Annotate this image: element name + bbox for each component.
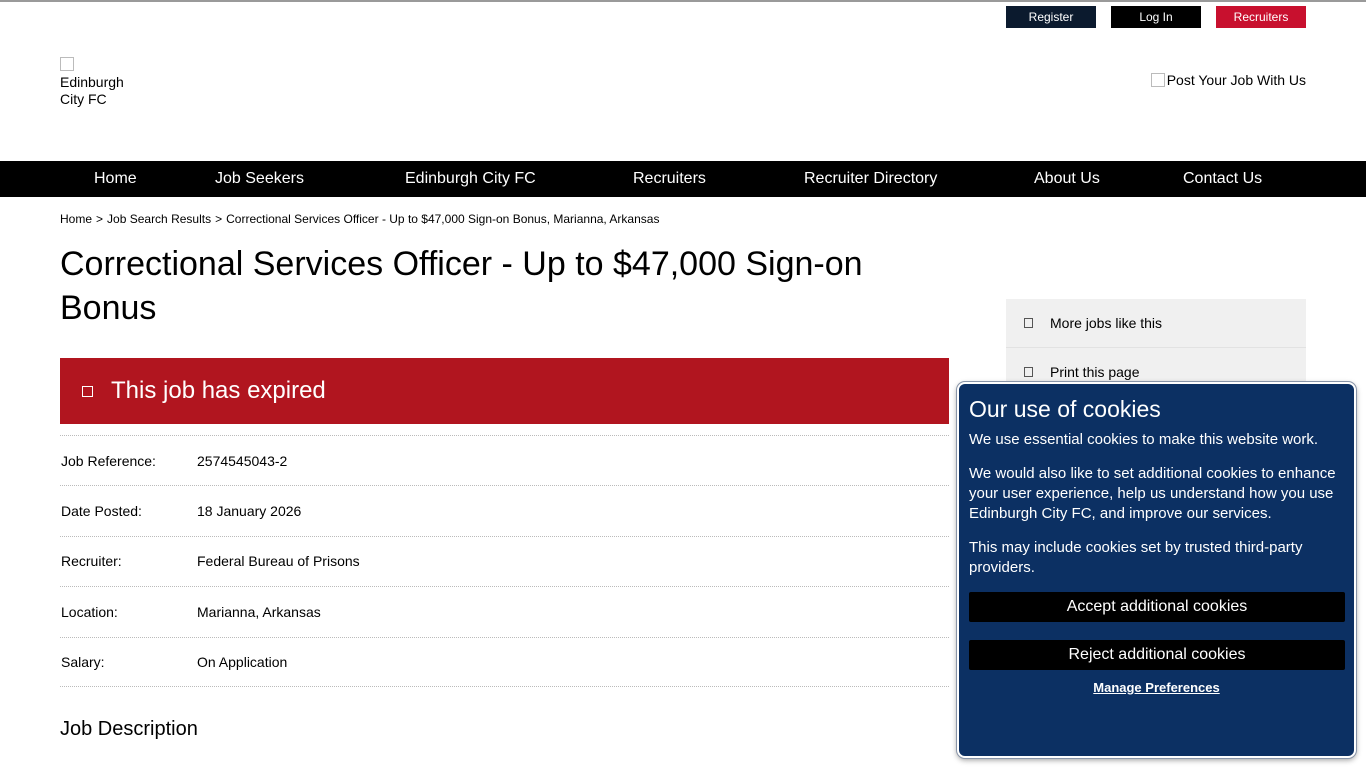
detail-label: Recruiter: — [61, 553, 122, 570]
detail-value: 18 January 2026 — [197, 503, 302, 520]
sidebar-item-label: Print this page — [1050, 364, 1140, 380]
broken-image-icon — [60, 57, 74, 71]
detail-label: Date Posted: — [61, 503, 142, 520]
breadcrumb: Home > Job Search Results > Correctional… — [60, 212, 659, 226]
detail-label: Job Reference: — [61, 452, 156, 469]
nav-item-recruiter-directory[interactable]: Recruiter Directory — [804, 161, 937, 197]
nav-item-about-us[interactable]: About Us — [1034, 161, 1100, 197]
more-jobs-like-this-link[interactable]: More jobs like this — [1006, 299, 1306, 348]
detail-value[interactable]: Federal Bureau of Prisons — [197, 553, 949, 569]
sidebar-item-label: More jobs like this — [1050, 315, 1163, 331]
top-border — [0, 0, 1366, 2]
detail-label: Location: — [61, 603, 118, 620]
detail-row-job-reference: Job Reference: 2574545043-2 — [60, 435, 949, 485]
nav-item-home[interactable]: Home — [94, 161, 137, 197]
detail-row-location: Location: Marianna, Arkansas — [60, 586, 949, 636]
detail-value: Marianna, Arkansas — [197, 603, 321, 620]
cookie-paragraph-essential: We use essential cookies to make this we… — [969, 431, 1319, 448]
cookie-paragraph-third-party: This may include cookies set by trusted … — [969, 539, 1303, 576]
search-icon — [1024, 318, 1033, 328]
cookie-paragraph-additional: We would also like to set additional coo… — [969, 465, 1336, 522]
manage-preferences-link[interactable]: Manage Preferences — [969, 680, 1344, 695]
expired-message: This job has expired — [111, 377, 326, 404]
cookie-title: Our use of cookies — [969, 396, 1161, 422]
recruiters-button[interactable]: Recruiters — [1216, 6, 1306, 28]
detail-row-recruiter: Recruiter: Federal Bureau of Prisons — [60, 535, 949, 586]
job-expired-banner: This job has expired — [60, 358, 949, 424]
main-navigation: Home Job Seekers Edinburgh City FC Recru… — [0, 161, 1366, 197]
post-job-alt-text: Post Your Job With Us — [1166, 72, 1306, 88]
detail-row-salary: Salary: On Application — [60, 636, 949, 687]
nav-item-recruiters[interactable]: Recruiters — [633, 161, 706, 197]
nav-item-contact-us[interactable]: Contact Us — [1183, 161, 1262, 197]
detail-value: On Application — [197, 653, 288, 670]
detail-row-date-posted: Date Posted: 18 January 2026 — [60, 485, 949, 535]
detail-value: 2574545043-2 — [197, 452, 288, 469]
cookie-consent-dialog: Our use of cookies We use essential cook… — [957, 382, 1356, 758]
job-details-table: Job Reference: 2574545043-2 Date Posted:… — [60, 435, 949, 687]
page-title: Correctional Services Officer - Up to $4… — [60, 245, 863, 327]
breadcrumb-current: Correctional Services Officer - Up to $4… — [226, 212, 660, 226]
site-logo[interactable]: Edinburgh City FC — [60, 57, 140, 108]
detail-label: Salary: — [61, 653, 105, 670]
broken-image-icon — [1150, 73, 1165, 87]
post-job-banner[interactable]: Post Your Job With Us — [1150, 72, 1306, 88]
login-button[interactable]: Log In — [1111, 6, 1201, 28]
breadcrumb-job-search-results[interactable]: Job Search Results — [107, 212, 211, 226]
register-button[interactable]: Register — [1006, 6, 1096, 28]
logo-alt-text: Edinburgh City FC — [60, 74, 124, 107]
job-description-heading: Job Description — [60, 718, 198, 740]
nav-item-job-seekers[interactable]: Job Seekers — [215, 161, 304, 197]
accept-cookies-button[interactable]: Accept additional cookies — [969, 592, 1345, 622]
reject-cookies-button[interactable]: Reject additional cookies — [969, 640, 1345, 670]
breadcrumb-separator: > — [215, 212, 223, 226]
print-icon — [1024, 367, 1033, 377]
breadcrumb-separator: > — [96, 212, 104, 226]
nav-item-edinburgh-city-fc[interactable]: Edinburgh City FC — [405, 161, 536, 197]
info-icon — [82, 385, 93, 397]
breadcrumb-home[interactable]: Home — [60, 212, 92, 226]
